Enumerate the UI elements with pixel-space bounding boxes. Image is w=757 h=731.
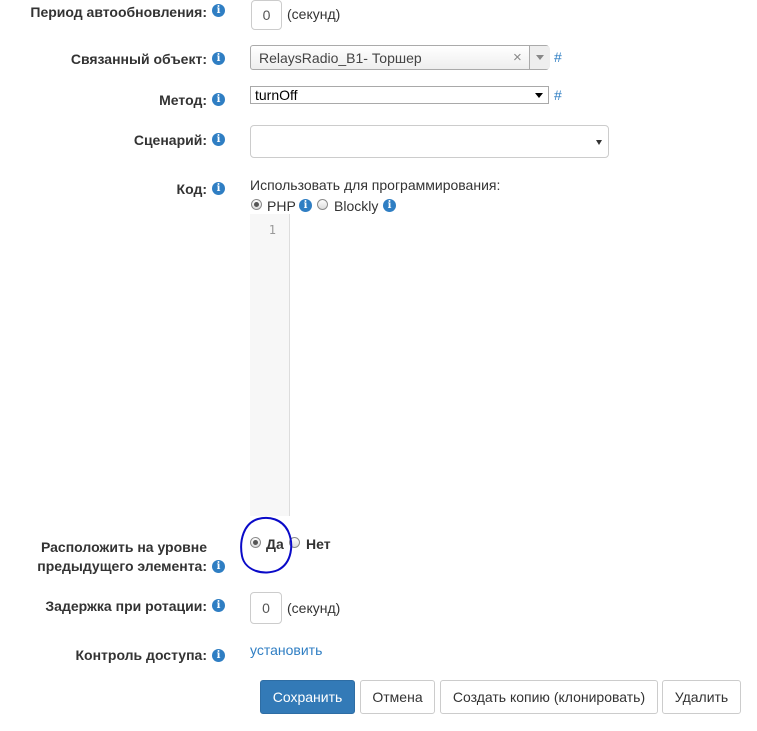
method-select[interactable]: turnOff — [250, 86, 549, 104]
select-arrow[interactable] — [529, 46, 550, 69]
info-icon[interactable]: i — [212, 599, 225, 612]
annotation-circle — [240, 516, 293, 574]
method-hash-link[interactable]: # — [554, 85, 562, 105]
rotation-delay-unit: (секунд) — [287, 600, 341, 616]
info-icon[interactable]: i — [212, 649, 225, 662]
access-control-label: Контроль доступа: — [75, 647, 208, 663]
refresh-input[interactable]: 0 — [251, 0, 282, 30]
info-icon[interactable]: i — [299, 199, 312, 212]
chevron-down-icon — [596, 140, 602, 145]
code-label: Код: — [176, 181, 207, 197]
blockly-radio[interactable] — [317, 199, 328, 210]
delete-button[interactable]: Удалить — [662, 680, 741, 714]
save-button[interactable]: Сохранить — [260, 680, 355, 714]
access-control-link[interactable]: установить — [250, 640, 322, 660]
line-number: 1 — [268, 223, 276, 237]
use-for-programming-text: Использовать для программирования: — [250, 177, 501, 193]
position-label-line1: Расположить на уровне — [40, 539, 207, 555]
scenario-select[interactable] — [250, 125, 609, 158]
position-label-line2: предыдущего элемента: — [37, 558, 207, 574]
info-icon[interactable]: i — [212, 560, 225, 573]
linked-object-value: RelaysRadio_B1- Торшер — [259, 50, 422, 66]
rotation-delay-input[interactable]: 0 — [250, 592, 282, 624]
linked-object-select[interactable]: RelaysRadio_B1- Торшер × — [250, 45, 550, 70]
code-editor[interactable]: 1 — [250, 214, 290, 516]
cancel-button[interactable]: Отмена — [360, 680, 435, 714]
scenario-label: Сценарий: — [133, 132, 207, 148]
position-no-label[interactable]: Нет — [306, 534, 331, 554]
blockly-label[interactable]: Blockly — [334, 196, 378, 216]
info-icon[interactable]: i — [212, 52, 225, 65]
php-label[interactable]: PHP — [267, 196, 296, 216]
info-icon[interactable]: i — [212, 4, 225, 17]
info-icon[interactable]: i — [383, 199, 396, 212]
linked-object-hash-link[interactable]: # — [554, 47, 562, 67]
refresh-label: Период автообновления: — [30, 4, 207, 20]
method-label: Метод: — [159, 92, 207, 108]
linked-object-label: Связанный объект: — [70, 51, 207, 67]
chevron-down-icon — [535, 93, 543, 98]
php-radio[interactable] — [251, 199, 262, 210]
clone-button[interactable]: Создать копию (клонировать) — [440, 680, 658, 714]
chevron-down-icon — [536, 55, 544, 60]
refresh-unit: (секунд) — [287, 6, 341, 22]
info-icon[interactable]: i — [212, 182, 225, 195]
rotation-delay-label: Задержка при ротации: — [45, 598, 207, 614]
info-icon[interactable]: i — [212, 133, 225, 146]
info-icon[interactable]: i — [212, 93, 225, 106]
clear-icon[interactable]: × — [513, 48, 522, 68]
method-value: turnOff — [255, 87, 298, 103]
